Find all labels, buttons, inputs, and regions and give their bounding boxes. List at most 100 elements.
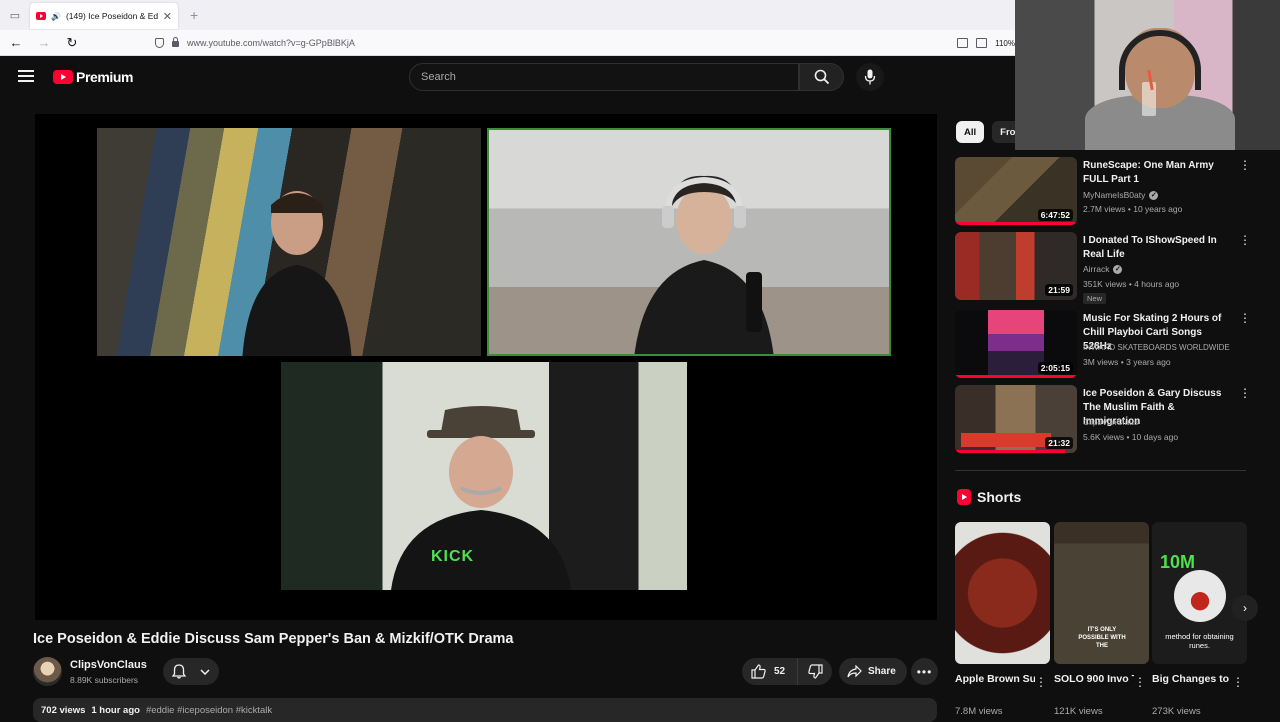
video-thumbnail[interactable]: 21:32 [955,385,1077,453]
short-item[interactable]: 10M method for obtaining runes. Big Chan… [1152,522,1247,717]
video-duration: 21:32 [1045,437,1073,449]
more-vertical-icon[interactable]: ⋮ [1134,675,1146,689]
new-badge: New [1083,293,1107,304]
reader-view-icon[interactable] [976,38,988,48]
recommendation-item[interactable]: 21:32 Ice Poseidon & Gary Discuss The Mu… [955,385,1255,455]
zoom-level[interactable]: 110% [995,39,1015,48]
youtube-logo-icon [53,70,73,84]
divider [955,470,1246,471]
reload-button[interactable]: ↻ [60,35,84,51]
short-title[interactable]: Apple Brown Sugar Party... [955,672,1035,687]
close-tab-icon[interactable]: ✕ [163,10,172,23]
channel-name[interactable]: INWARD SKATEBOARDS WORLDWIDE [1083,343,1230,352]
channel-name[interactable]: ClipsVonClaus [1083,417,1138,427]
search-input[interactable]: Search [409,63,799,91]
thumbs-down-icon [807,664,823,679]
more-vertical-icon[interactable]: ⋮ [1239,159,1251,171]
recommendation-item[interactable]: 21:59 I Donated To IShowSpeed In Real Li… [955,232,1255,304]
more-vertical-icon[interactable]: ⋮ [1239,387,1251,399]
short-caption: method for obtaining runes. [1165,632,1234,650]
hashtags[interactable]: #eddie #iceposeidon #kicktalk [146,705,272,716]
menu-icon[interactable] [18,70,34,82]
shorts-shelf-header: Shorts [957,489,1021,505]
short-title[interactable]: Big Changes to RuneCra... [1152,672,1232,687]
chip-all[interactable]: All [956,121,985,143]
video-player[interactable]: KICK [35,114,937,620]
thumbs-up-icon [751,664,766,679]
short-item[interactable]: IT'S ONLY POSSIBLE WITH THE SOLO 900 Inv… [1054,522,1149,717]
person-figure [391,406,571,590]
speaker-icon[interactable]: 🔊 [51,12,61,21]
person-figure [242,191,352,356]
video-panel-ice-poseidon [487,128,891,356]
address-bar[interactable]: www.youtube.com/watch?v=g-GPpBlBKjA [155,37,355,48]
share-button[interactable]: Share [839,658,907,685]
search-icon [814,69,829,85]
filter-chips: All Fro [956,121,1024,143]
channel-name[interactable]: MyNameIsB0aty ✓ [1083,190,1159,200]
webcam-overlay [1015,0,1280,150]
shorts-next-button[interactable]: › [1232,595,1258,621]
video-thumbnail[interactable]: 21:59 [955,232,1077,300]
more-vertical-icon[interactable]: ⋮ [1239,234,1251,246]
tab-list-icon[interactable]: ▭ [0,0,30,30]
more-vertical-icon[interactable]: ⋮ [1035,675,1047,689]
more-horizontal-icon: ••• [916,664,933,679]
video-title[interactable]: I Donated To IShowSpeed In Real Life [1083,234,1233,262]
like-dislike-group: 52 [742,658,832,685]
watch-progress-bar [955,375,1077,378]
description-box[interactable]: 702 views 1 hour ago #eddie #iceposeidon… [33,698,937,722]
short-item[interactable]: Apple Brown Sugar Party... 7.8M views ⋮ [955,522,1050,717]
video-thumbnail[interactable]: 6:47:52 [955,157,1077,225]
thumbnail-image [988,310,1044,378]
short-thumbnail[interactable]: 10M method for obtaining runes. [1152,522,1247,664]
youtube-favicon-icon [36,12,46,20]
tracking-protection-icon[interactable] [155,37,164,48]
short-views: 273K views [1152,706,1201,717]
more-vertical-icon[interactable]: ⋮ [1232,675,1244,689]
watch-progress-bar [955,222,1075,225]
video-duration: 21:59 [1045,284,1073,296]
video-thumbnail[interactable]: 2:05:15 [955,310,1077,378]
search-placeholder: Search [421,71,456,83]
more-actions-button[interactable]: ••• [911,658,938,685]
notification-bell-button[interactable] [163,658,219,685]
video-meta: 3M views • 3 years ago [1083,357,1171,367]
microphone-icon [864,69,876,85]
more-vertical-icon[interactable]: ⋮ [1239,312,1251,324]
like-count: 52 [774,666,786,677]
like-button[interactable]: 52 [742,658,798,685]
new-tab-button[interactable]: + [190,7,198,23]
video-meta: 5.6K views • 10 days ago [1083,432,1179,442]
video-panel-eddie [97,128,481,356]
forward-button[interactable]: → [32,35,56,50]
channel-avatar[interactable] [33,657,62,686]
dislike-button[interactable] [798,664,832,679]
video-meta: 351K views • 4 hours ago [1083,279,1180,289]
recommendation-item[interactable]: 2:05:15 Music For Skating 2 Hours of Chi… [955,310,1255,380]
back-button[interactable]: ← [4,35,28,50]
short-thumbnail[interactable] [955,522,1050,664]
video-title[interactable]: RuneScape: One Man Army FULL Part 1 [1083,159,1233,187]
youtube-premium-logo[interactable]: Premium [53,69,134,85]
shorts-label: Shorts [977,489,1022,505]
url-text[interactable]: www.youtube.com/watch?v=g-GPpBlBKjA [187,38,355,48]
short-title[interactable]: SOLO 900 Invo TOA in... [1054,672,1134,687]
voice-search-button[interactable] [856,63,884,91]
video-panel-gary: KICK [281,362,687,590]
kick-logo-text: KICK [431,548,475,565]
tab-title: (149) Ice Poseidon & Eddie [65,11,158,21]
recommendation-item[interactable]: 6:47:52 RuneScape: One Man Army FULL Par… [955,157,1255,227]
short-thumbnail[interactable]: IT'S ONLY POSSIBLE WITH THE [1054,522,1149,664]
picture-in-picture-icon[interactable] [957,38,969,48]
channel-name[interactable]: ClipsVonClaus [70,659,147,671]
browser-tab[interactable]: 🔊 (149) Ice Poseidon & Eddie ✕ [30,3,178,29]
share-label: Share [868,666,896,677]
channel-name[interactable]: Airrack ✓ [1083,264,1123,274]
browser-nav-bar: ← → ↻ www.youtube.com/watch?v=g-GPpBlBKj… [0,30,1015,56]
lock-icon[interactable] [172,37,179,47]
browser-tab-bar: ▭ 🔊 (149) Ice Poseidon & Eddie ✕ + [0,0,1015,30]
shorts-icon [957,489,971,505]
search-button[interactable] [799,63,844,91]
youtube-header: Premium Search [0,56,1015,98]
